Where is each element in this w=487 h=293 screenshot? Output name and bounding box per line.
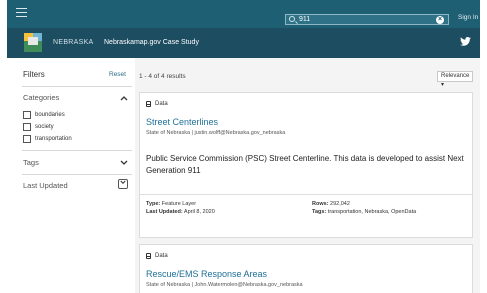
top-navigation-bar: × Sign In <box>7 0 480 28</box>
type-label: Data <box>155 253 168 259</box>
meta-updated-value: April 8, 2020 <box>183 209 215 215</box>
category-label: boundaries <box>35 111 65 118</box>
divider <box>22 150 132 151</box>
divider <box>22 174 132 175</box>
category-filter-society[interactable]: society <box>23 122 54 131</box>
meta-tags-value: transportation, Nebraska, OpenData <box>327 209 417 215</box>
sort-dropdown[interactable]: Relevance ▾ <box>437 71 473 88</box>
category-label: transportation <box>35 135 72 142</box>
result-description: Public Service Commission (PSC) Street C… <box>146 154 464 175</box>
meta-tags: Tags: transportation, Nebraska, OpenData <box>312 209 416 215</box>
checkbox[interactable] <box>23 110 31 119</box>
tags-label[interactable]: Tags <box>23 158 39 167</box>
sign-in-link[interactable]: Sign In <box>458 14 478 21</box>
result-type: Data <box>146 253 168 259</box>
category-filter-boundaries[interactable]: boundaries <box>23 110 65 119</box>
site-header: NEBRASKA Nebraskamap.gov Case Study <box>7 28 480 58</box>
result-title-link[interactable]: Street Centerlines <box>146 117 218 127</box>
search-input[interactable] <box>299 15 419 24</box>
result-type: Data <box>146 101 168 107</box>
divider <box>22 86 132 87</box>
chevron-down-icon[interactable] <box>120 159 128 167</box>
last-updated-label[interactable]: Last Updated <box>23 181 68 190</box>
meta-updated-label: Last Updated: <box>146 209 183 215</box>
meta-rows-label: Rows: <box>312 201 329 207</box>
filters-title: Filters <box>23 70 45 79</box>
result-title-link[interactable]: Rescue/EMS Response Areas <box>146 269 267 279</box>
database-icon <box>146 253 151 259</box>
meta-type-label: Type: <box>146 201 161 207</box>
meta-last-updated: Last Updated: April 8, 2020 <box>146 209 215 215</box>
database-icon <box>146 101 151 107</box>
checkbox[interactable] <box>23 122 31 131</box>
filters-panel: Filters Reset Categories boundaries soci… <box>7 58 135 293</box>
meta-tags-label: Tags: <box>312 209 327 215</box>
meta-rows-value: 292,042 <box>330 201 350 207</box>
search-box[interactable]: × <box>285 14 449 25</box>
reset-filters-link[interactable]: Reset <box>109 71 126 78</box>
checkbox[interactable] <box>23 134 31 143</box>
category-label: society <box>35 123 54 130</box>
result-source: State of Nebraska | John.Watermolen@Nebr… <box>146 282 303 288</box>
brand-name[interactable]: NEBRASKA <box>53 39 94 46</box>
meta-rows: Rows: 292,042 <box>312 201 350 207</box>
result-card[interactable]: Data Rescue/EMS Response Areas State of … <box>139 244 473 293</box>
twitter-icon[interactable] <box>460 37 471 49</box>
type-label: Data <box>155 101 168 107</box>
category-filter-transportation[interactable]: transportation <box>23 134 72 143</box>
divider <box>140 194 472 195</box>
meta-type: Type: Feature Layer <box>146 201 196 207</box>
nebraska-logo-icon[interactable] <box>24 33 42 52</box>
meta-type-value: Feature Layer <box>161 201 197 207</box>
site-title: Nebraskamap.gov Case Study <box>104 39 199 46</box>
search-icon <box>289 16 295 22</box>
chevron-up-icon[interactable] <box>120 94 128 102</box>
results-count: 1 - 4 of 4 results <box>139 73 186 80</box>
result-card[interactable]: Data Street Centerlines State of Nebrask… <box>139 92 473 238</box>
clear-search-button[interactable]: × <box>436 16 444 24</box>
result-source: State of Nebraska | justin.wolff@Nebrask… <box>146 130 286 136</box>
categories-label[interactable]: Categories <box>23 93 59 102</box>
chevron-down-icon[interactable] <box>118 179 128 189</box>
hamburger-menu-icon[interactable] <box>16 8 27 17</box>
